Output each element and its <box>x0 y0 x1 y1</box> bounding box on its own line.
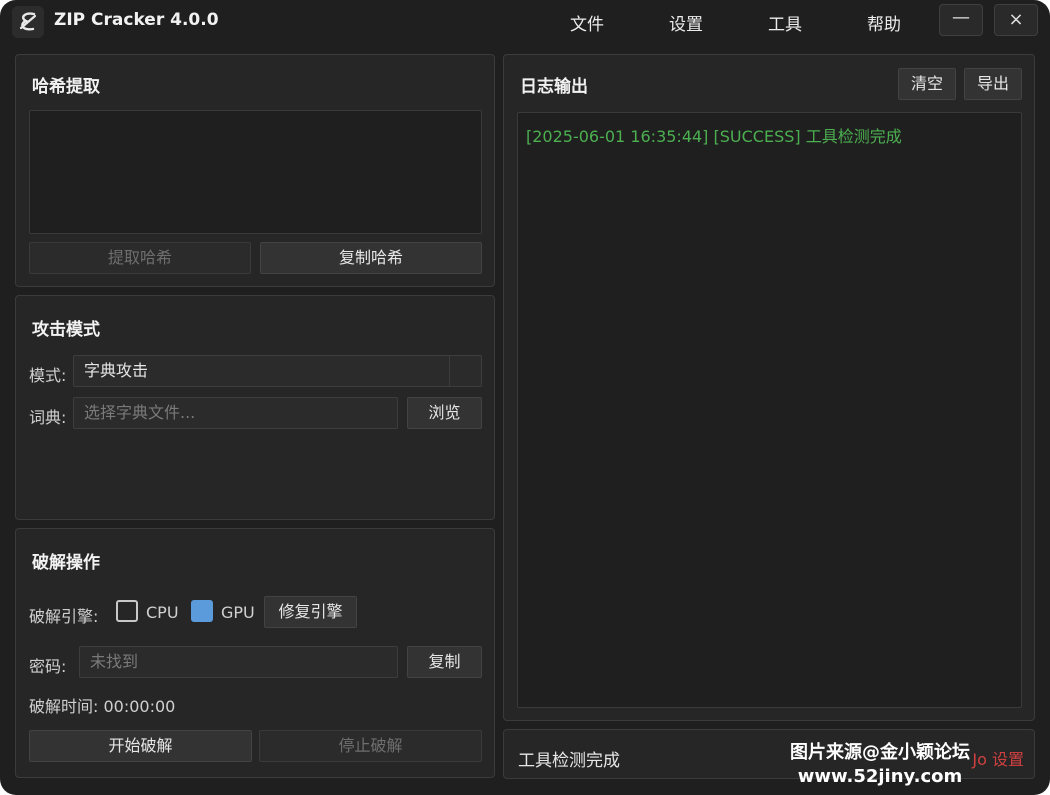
cpu-label: CPU <box>146 603 179 622</box>
watermark: 图片来源@金小颖论坛 www.52jiny.com <box>790 738 970 787</box>
menu-tools[interactable]: 工具 <box>768 10 802 35</box>
copy-password-button[interactable]: 复制 <box>407 646 482 678</box>
close-icon: × <box>1008 9 1024 30</box>
crack-panel-title: 破解操作 <box>32 553 100 573</box>
stop-crack-button[interactable]: 停止破解 <box>259 730 482 762</box>
attack-panel-title: 攻击模式 <box>32 320 100 340</box>
mode-label: 模式: <box>29 366 67 385</box>
export-log-button[interactable]: 导出 <box>964 68 1022 100</box>
status-text: 工具检测完成 <box>518 751 620 771</box>
title-bar: ZIP Cracker 4.0.0 文件 设置 工具 帮助 — × <box>0 0 1050 44</box>
password-field[interactable]: 未找到 <box>79 646 398 678</box>
minimize-button[interactable]: — <box>939 4 983 36</box>
dict-label: 词典: <box>29 408 67 427</box>
hash-textarea[interactable] <box>29 110 482 234</box>
engine-label: 破解引擎: <box>29 607 99 626</box>
log-line: [2025-06-01 16:35:44] [SUCCESS] 工具检测完成 <box>526 127 902 146</box>
repair-engine-button[interactable]: 修复引擎 <box>264 596 357 628</box>
log-output-area[interactable]: [2025-06-01 16:35:44] [SUCCESS] 工具检测完成 <box>517 112 1022 708</box>
menu-file[interactable]: 文件 <box>570 10 604 35</box>
crack-panel: 破解操作 破解引擎: CPU GPU 修复引擎 密码: 未找到 复制 破解时间:… <box>15 528 495 778</box>
dict-input[interactable]: 选择字典文件... <box>73 397 398 429</box>
mode-select[interactable]: 字典攻击 <box>73 355 482 387</box>
menu-settings[interactable]: 设置 <box>669 10 703 35</box>
watermark-line1: 图片来源@金小颖论坛 <box>790 742 970 763</box>
crack-time-label: 破解时间: 00:00:00 <box>29 697 176 716</box>
hash-panel-title: 哈希提取 <box>32 77 100 97</box>
copy-hash-button[interactable]: 复制哈希 <box>260 242 482 274</box>
extract-hash-button[interactable]: 提取哈希 <box>29 242 251 274</box>
attack-mode-panel: 攻击模式 模式: 字典攻击 词典: 选择字典文件... 浏览 <box>15 295 495 520</box>
menu-help[interactable]: 帮助 <box>867 10 901 35</box>
status-right-text: Jo 设置 <box>972 750 1024 769</box>
app-title: ZIP Cracker 4.0.0 <box>54 10 219 30</box>
mode-select-divider <box>449 356 450 386</box>
clear-log-button[interactable]: 清空 <box>898 68 956 100</box>
gpu-checkbox[interactable] <box>191 600 213 622</box>
gpu-label: GPU <box>221 603 255 622</box>
hash-panel: 哈希提取 提取哈希 复制哈希 <box>15 54 495 287</box>
app-window: ZIP Cracker 4.0.0 文件 设置 工具 帮助 — × 哈希提取 提… <box>0 0 1050 795</box>
browse-button[interactable]: 浏览 <box>407 397 482 429</box>
minimize-icon: — <box>952 7 970 28</box>
start-crack-button[interactable]: 开始破解 <box>29 730 252 762</box>
log-panel-title: 日志输出 <box>520 77 588 97</box>
password-label: 密码: <box>29 657 67 676</box>
log-panel: 日志输出 清空 导出 [2025-06-01 16:35:44] [SUCCES… <box>503 54 1035 721</box>
watermark-line2: www.52jiny.com <box>797 766 963 787</box>
close-button[interactable]: × <box>994 4 1038 36</box>
cpu-checkbox[interactable] <box>116 600 138 622</box>
app-logo-icon <box>12 6 44 38</box>
